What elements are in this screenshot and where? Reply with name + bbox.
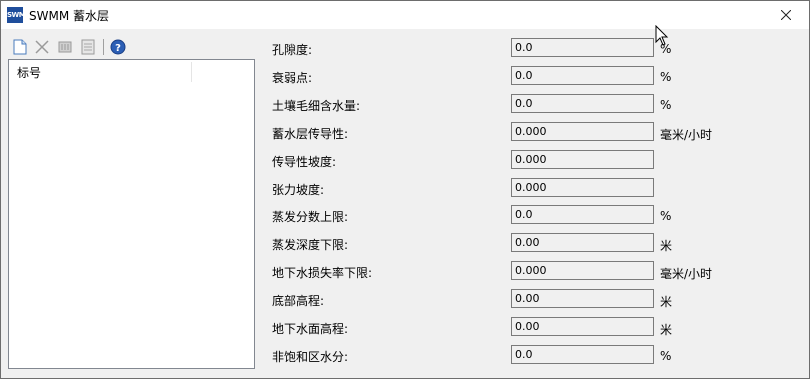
edit-icon (58, 41, 72, 53)
property-value-field[interactable]: 0.000 (511, 122, 654, 141)
property-label: 蒸发深度下限: (272, 238, 349, 252)
property-label: 衰弱点: (272, 71, 313, 85)
property-value-field[interactable]: 0.0 (511, 205, 654, 224)
property-value-field[interactable]: 0.0 (511, 345, 654, 364)
property-value-field[interactable]: 0.00 (511, 317, 654, 336)
toolbar: ? (8, 35, 255, 59)
property-value-field[interactable]: 0.00 (511, 233, 654, 252)
title-bar: SWMM SWMM 蓄水层 (1, 1, 809, 29)
property-unit: % (660, 209, 672, 223)
paste-button[interactable] (79, 38, 97, 56)
property-unit: 毫米/小时 (660, 128, 713, 142)
help-button[interactable]: ? (109, 38, 127, 56)
aquifer-window: SWMM SWMM 蓄水层 ? 标号 孔隙度: 0.0 % 衰弱点: 0.0 %… (0, 0, 810, 379)
property-label: 地下水损失率下限: (272, 266, 373, 280)
property-unit: 米 (660, 295, 673, 309)
swmm-app-icon: SWMM (7, 7, 32, 23)
close-button[interactable] (763, 1, 809, 29)
property-value-field[interactable]: 0.0 (511, 94, 654, 113)
property-value-field[interactable]: 0.00 (511, 289, 654, 308)
toolbar-separator (103, 39, 104, 55)
property-label: 地下水面高程: (272, 322, 349, 336)
property-unit: % (660, 98, 672, 112)
property-value-field[interactable]: 0.000 (511, 178, 654, 197)
property-value-field[interactable]: 0.000 (511, 261, 654, 280)
aquifer-list-panel: ? 标号 (8, 35, 255, 369)
property-label: 底部高程: (272, 294, 325, 308)
window-title: SWMM 蓄水层 (29, 9, 110, 23)
property-label: 孔隙度: (272, 43, 313, 57)
property-label: 蒸发分数上限: (272, 210, 349, 224)
column-divider[interactable] (191, 62, 192, 82)
help-icon: ? (110, 39, 126, 55)
aquifer-listbox[interactable]: 标号 (8, 59, 255, 369)
edit-button[interactable] (56, 38, 74, 56)
property-label: 传导性坡度: (272, 155, 337, 169)
delete-icon (35, 40, 49, 54)
close-icon (780, 9, 792, 21)
property-value-field[interactable]: 0.000 (511, 150, 654, 169)
property-label: 张力坡度: (272, 183, 325, 197)
property-label: 非饱和区水分: (272, 350, 349, 364)
svg-text:?: ? (115, 43, 121, 54)
delete-button[interactable] (33, 38, 51, 56)
new-button[interactable] (11, 38, 29, 56)
property-unit: % (660, 70, 672, 84)
property-value-field[interactable]: 0.0 (511, 66, 654, 85)
property-unit: % (660, 349, 672, 363)
paste-icon (81, 39, 95, 55)
property-unit: 米 (660, 323, 673, 337)
property-unit: 毫米/小时 (660, 267, 713, 281)
property-value-field[interactable]: 0.0 (511, 38, 654, 57)
property-label: 蓄水层传导性: (272, 127, 349, 141)
mouse-cursor-icon (655, 25, 669, 46)
list-header[interactable]: 标号 (9, 60, 254, 83)
property-label: 土壤毛细含水量: (272, 99, 361, 113)
property-unit: 米 (660, 239, 673, 253)
list-header-label: 标号 (17, 66, 42, 80)
new-icon (13, 39, 27, 55)
